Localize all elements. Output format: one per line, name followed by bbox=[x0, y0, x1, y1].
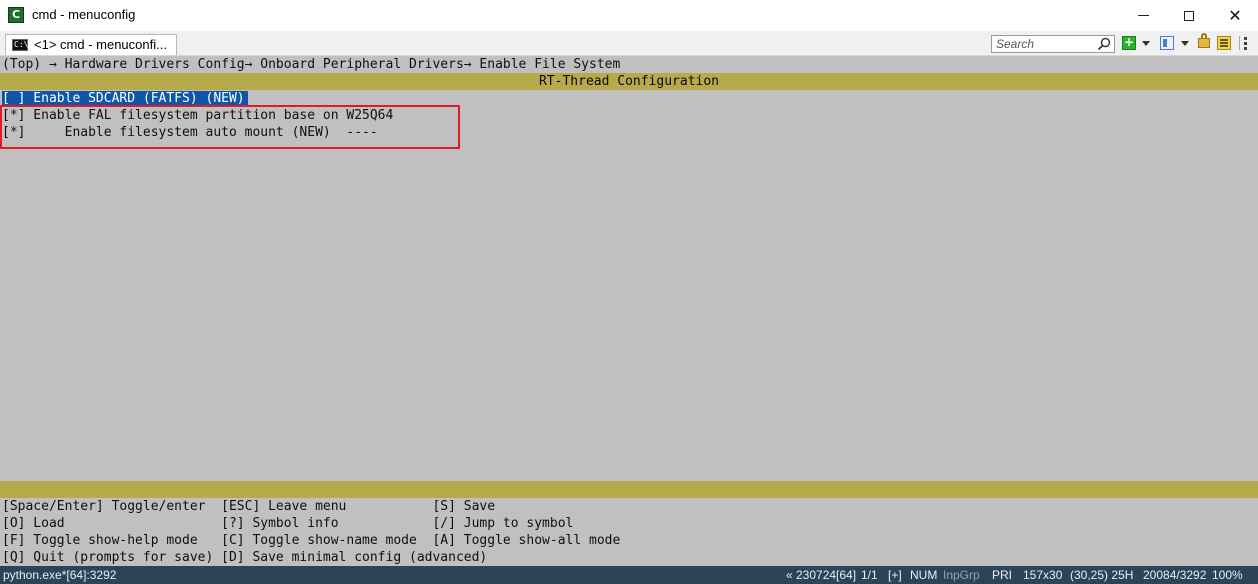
status-num[interactable]: NUM bbox=[910, 567, 937, 583]
search-icon[interactable] bbox=[1097, 37, 1111, 51]
status-inpgrp[interactable]: InpGrp bbox=[943, 567, 980, 583]
conemu-app-icon[interactable]: C bbox=[8, 7, 24, 23]
help-line-3: [F] Toggle show-help mode [C] Toggle sho… bbox=[2, 533, 621, 548]
search-box[interactable]: Search bbox=[991, 35, 1115, 53]
status-process[interactable]: python.exe*[64]:3292 bbox=[3, 567, 116, 583]
config-title: RT-Thread Configuration bbox=[538, 74, 719, 89]
console-icon: C:\ bbox=[12, 39, 29, 51]
window-title: cmd - menuconfig bbox=[32, 7, 136, 22]
highlight-annotation-box bbox=[0, 105, 460, 149]
tab-label: <1> cmd - menuconfi... bbox=[34, 37, 167, 52]
footer-bar bbox=[0, 481, 1258, 498]
close-icon: ✕ bbox=[1228, 6, 1242, 25]
tab-toolbar: C:\ <1> cmd - menuconfi... Search + bbox=[0, 31, 1258, 56]
maximize-button[interactable] bbox=[1166, 0, 1212, 31]
status-pid[interactable]: 20084/3292 bbox=[1143, 567, 1206, 583]
more-options-icon[interactable] bbox=[1239, 36, 1253, 50]
new-console-dropdown-icon[interactable] bbox=[1142, 41, 1150, 46]
status-size[interactable]: 157x30 bbox=[1023, 567, 1062, 583]
status-page[interactable]: 1/1 bbox=[861, 567, 878, 583]
minimize-button[interactable] bbox=[1120, 0, 1166, 31]
tab-console-1[interactable]: C:\ <1> cmd - menuconfi... bbox=[5, 34, 177, 55]
split-panel-icon[interactable] bbox=[1160, 36, 1174, 50]
breadcrumb: (Top) → Hardware Drivers Config→ Onboard… bbox=[2, 57, 621, 72]
status-build[interactable]: « 230724[64] bbox=[786, 567, 856, 583]
title-bar: C cmd - menuconfig ✕ bbox=[0, 0, 1258, 31]
lock-icon[interactable] bbox=[1198, 33, 1210, 48]
help-line-4: [Q] Quit (prompts for save) [D] Save min… bbox=[2, 550, 488, 565]
help-line-2: [O] Load [?] Symbol info [/] Jump to sym… bbox=[2, 516, 574, 531]
close-button[interactable]: ✕ bbox=[1212, 0, 1258, 31]
status-flags[interactable]: [+] bbox=[888, 567, 902, 583]
status-bar: python.exe*[64]:3292 « 230724[64] 1/1 [+… bbox=[0, 566, 1258, 584]
new-console-icon[interactable]: + bbox=[1122, 36, 1136, 50]
status-priority[interactable]: PRI bbox=[992, 567, 1012, 583]
header-bar: RT-Thread Configuration bbox=[0, 73, 1258, 90]
minimize-icon bbox=[1137, 15, 1149, 16]
menu-icon[interactable] bbox=[1217, 36, 1231, 50]
maximize-icon bbox=[1184, 10, 1194, 21]
status-zoom[interactable]: 100% bbox=[1212, 567, 1243, 583]
terminal-area[interactable]: (Top) → Hardware Drivers Config→ Onboard… bbox=[0, 56, 1258, 566]
help-line-1: [Space/Enter] Toggle/enter [ESC] Leave m… bbox=[2, 499, 496, 514]
status-cursor[interactable]: (30,25) 25H bbox=[1070, 567, 1133, 583]
search-input[interactable]: Search bbox=[996, 37, 1034, 52]
split-panel-dropdown-icon[interactable] bbox=[1181, 41, 1189, 46]
